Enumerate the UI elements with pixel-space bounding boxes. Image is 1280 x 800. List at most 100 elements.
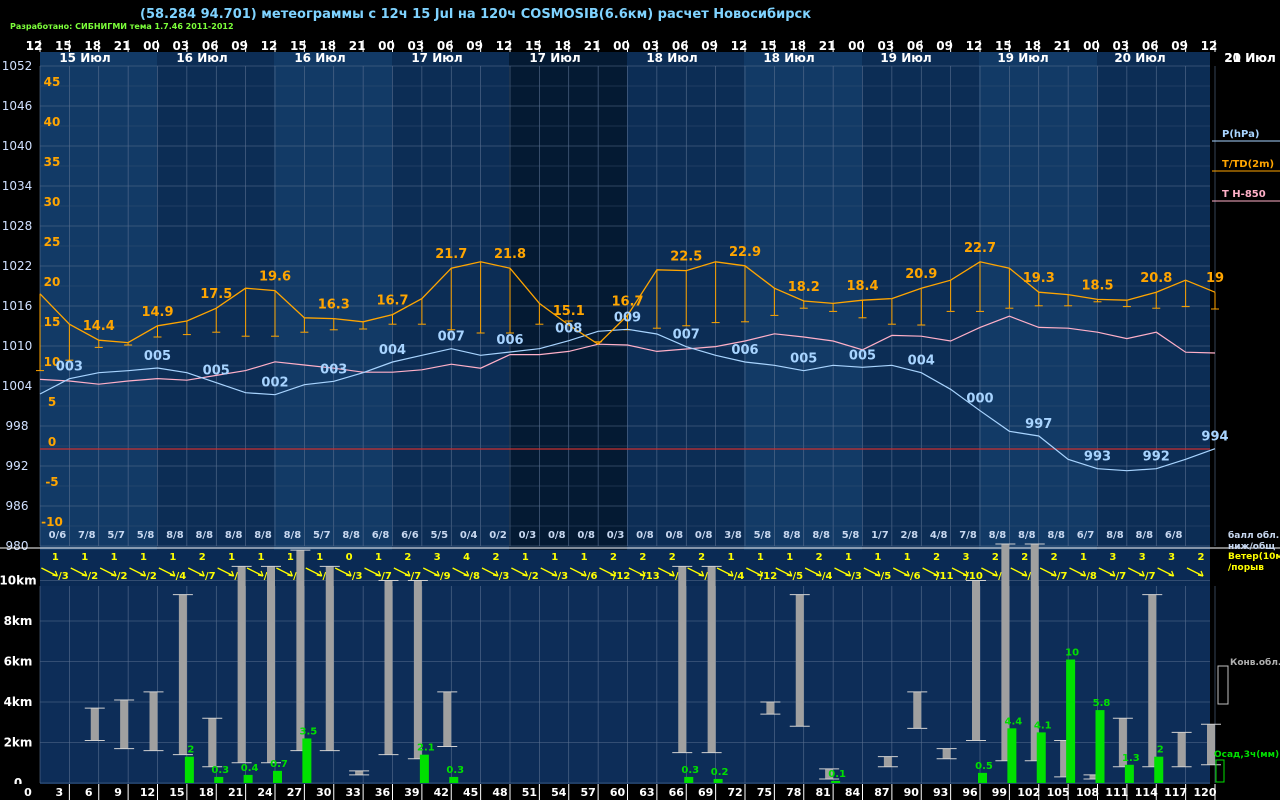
wind-speed: 3 <box>1168 552 1175 563</box>
cloud-fraction: 8/8 <box>989 530 1007 541</box>
wind-speed: 1 <box>786 552 793 563</box>
precip-label: 0.7 <box>270 759 288 770</box>
pressure-value-label: 005 <box>790 352 817 367</box>
wind-speed: 2 <box>669 552 676 563</box>
bottom-hour: 24 <box>257 786 273 799</box>
wind-speed: 2 <box>639 552 646 563</box>
conv-cloud-bar <box>766 702 775 715</box>
legend-temp: T/TD(2m) <box>1222 159 1274 170</box>
wind-speed: 1 <box>52 552 59 563</box>
legend-t850: T H-850 <box>1222 189 1266 200</box>
legend-gust: /порыв <box>1228 563 1264 573</box>
cloud-fraction: 8/8 <box>1135 530 1153 541</box>
conv-cloud-bar <box>208 718 217 767</box>
conv-cloud-bar <box>413 580 422 759</box>
pressure-value-label: 005 <box>849 348 876 363</box>
precip-bar <box>1036 732 1046 783</box>
cloud-fraction: 8/8 <box>812 530 830 541</box>
cloud-fraction: 6/6 <box>401 530 419 541</box>
precip-bar <box>831 780 841 783</box>
wind-speed: 1 <box>757 552 764 563</box>
temp-value-label: 21.7 <box>435 247 467 262</box>
cloud-fraction: 0/8 <box>548 530 566 541</box>
precip-label: 0.1 <box>828 769 846 780</box>
bottom-hour: 21 <box>228 786 243 799</box>
precip-label: 4.4 <box>1005 716 1023 727</box>
pressure-tick: 1046 <box>2 99 33 113</box>
day-label: 20 Июл <box>1114 51 1165 65</box>
day-band-3 <box>392 50 509 550</box>
cloud-fraction: 8/8 <box>284 530 302 541</box>
bottom-hour: 18 <box>199 786 214 799</box>
cloud-fraction: 8/8 <box>225 530 243 541</box>
day-label: 21 Июл <box>1224 51 1275 65</box>
conv-cloud-bar <box>178 594 187 755</box>
cloud-band-4 <box>509 586 627 786</box>
wind-speed: 2 <box>1021 552 1028 563</box>
precip-label: 0.4 <box>241 763 259 774</box>
wind-speed: 2 <box>1051 552 1058 563</box>
precip-label: 2 <box>187 745 194 756</box>
cloud-fraction: 8/8 <box>1018 530 1036 541</box>
legend-precip: Осад,3ч(мм) <box>1214 750 1279 760</box>
pressure-value-label: 008 <box>555 322 582 337</box>
temp-value-label: 14.4 <box>83 319 115 334</box>
bottom-zero: 0 <box>24 786 32 799</box>
temp-tick: 40 <box>44 115 61 129</box>
precip-label: 5.8 <box>1093 698 1111 709</box>
conv-cloud-bar <box>149 691 158 751</box>
pressure-value-label: 005 <box>203 364 230 379</box>
temp-value-label: 22.5 <box>670 250 702 265</box>
cloud-fraction: 8/8 <box>783 530 801 541</box>
bottom-hour: 81 <box>815 786 830 799</box>
bottom-hour: 105 <box>1047 786 1070 799</box>
bottom-hour: 54 <box>551 786 567 799</box>
temp-value-label: 19 <box>1206 271 1224 286</box>
precip-bar <box>978 772 987 783</box>
day-label: 19 Июл <box>997 51 1048 65</box>
pressure-value-label: 006 <box>496 333 523 348</box>
temp-tick: 35 <box>44 155 61 169</box>
bottom-hour: 33 <box>345 786 360 799</box>
precip-label: 1.3 <box>1122 753 1140 764</box>
pressure-tick: 1028 <box>2 219 33 233</box>
conv-cloud-bar <box>90 708 99 741</box>
precip-label: 0.3 <box>211 765 229 776</box>
temp-value-label: 18.2 <box>788 280 820 295</box>
precip-bar <box>419 754 429 783</box>
bottom-hour: 117 <box>1164 786 1187 799</box>
legend-cloud-ball: балл обл. <box>1228 530 1279 541</box>
cloud-fraction: 6/8 <box>1165 530 1183 541</box>
cloud-fraction: 0/2 <box>489 530 507 541</box>
day-band-7 <box>862 50 979 550</box>
conv-cloud-bar <box>707 566 716 753</box>
hour-label-first: 12 <box>26 39 43 53</box>
cloud-fraction: 1/7 <box>871 530 889 541</box>
conv-cloud-bar <box>913 691 922 729</box>
pressure-value-label: 005 <box>144 349 171 364</box>
pressure-value-label: 007 <box>438 330 465 345</box>
cloud-fraction: 4/8 <box>930 530 948 541</box>
temp-tick: 30 <box>44 195 61 209</box>
conv-cloud-bar <box>267 566 275 763</box>
day-band-5 <box>627 50 744 550</box>
bottom-hour: 111 <box>1105 786 1128 799</box>
pressure-tick: 980 <box>6 539 29 553</box>
day-label: 17 Июл <box>529 51 580 65</box>
conv-cloud-bar <box>795 594 804 727</box>
wind-speed: 1 <box>522 552 529 563</box>
bottom-hour: 72 <box>727 786 742 799</box>
cloud-fraction: 0/3 <box>607 530 625 541</box>
meteogram-chart: 12 15 18 21 00 03 06 09 12 15 18 21 00 03 06 09 12 15 18 21… <box>0 38 1280 800</box>
pressure-tick: 1004 <box>2 379 33 393</box>
conv-cloud-bar <box>355 770 364 775</box>
pressure-value-label: 004 <box>908 354 935 369</box>
pressure-tick: 1016 <box>2 299 33 313</box>
pressure-value-label: 009 <box>614 310 641 325</box>
legend-cloud-levels: ниж/общ <box>1228 541 1275 552</box>
wind-speed: 3 <box>1109 552 1116 563</box>
precip-label: 2.1 <box>417 743 435 754</box>
height-tick: 2km <box>4 736 33 750</box>
cloud-fraction: 8/8 <box>166 530 184 541</box>
pressure-tick: 1022 <box>2 259 33 273</box>
